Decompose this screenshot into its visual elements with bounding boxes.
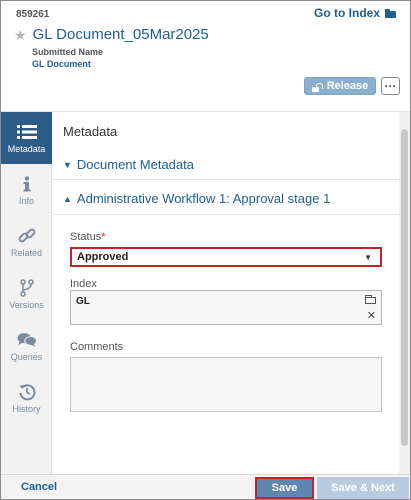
rail-item-info[interactable]: Info <box>1 164 52 216</box>
browse-folder-icon[interactable] <box>365 295 376 304</box>
rail-label-info: Info <box>18 195 34 206</box>
caret-down-icon: ▼ <box>63 159 72 170</box>
more-options-button[interactable]: ··· <box>381 77 400 95</box>
status-select-value: Approved <box>77 251 129 263</box>
save-button[interactable]: Save <box>255 477 314 499</box>
document-metadata-toggle[interactable]: ▼ Document Metadata <box>63 157 194 172</box>
rail-label-history: History <box>12 403 41 414</box>
list-icon <box>16 123 37 141</box>
title-row: ★ GL Document_05Mar2025 <box>14 26 209 43</box>
cancel-button[interactable]: Cancel <box>21 481 57 493</box>
document-title: GL Document_05Mar2025 <box>32 26 209 43</box>
document-id: 859261 <box>16 9 50 20</box>
release-button[interactable]: Release <box>304 77 376 95</box>
rail-item-metadata[interactable]: Metadata <box>1 112 52 164</box>
comments-label: Comments <box>70 341 124 353</box>
workflow-section-toggle[interactable]: ▲ Administrative Workflow 1: Approval st… <box>63 191 330 206</box>
rail-label-queries: Queries <box>10 351 43 362</box>
go-to-index-link[interactable]: Go to Index <box>314 6 396 20</box>
rail-item-versions[interactable]: Versions <box>1 268 52 320</box>
side-navigation: Metadata Info Related Versions Queries H… <box>1 112 52 474</box>
folder-icon <box>385 8 396 18</box>
index-label: Index <box>70 278 97 290</box>
chat-icon <box>16 331 37 349</box>
document-panel: 859261 Go to Index ★ GL Document_05Mar20… <box>0 0 411 500</box>
required-marker: * <box>101 231 106 243</box>
submitted-name-value: GL Document <box>32 59 91 69</box>
submitted-name-label: Submitted Name <box>32 47 104 57</box>
rail-label-versions: Versions <box>9 299 44 310</box>
branch-icon <box>17 278 37 297</box>
metadata-content: Metadata ▼ Document Metadata ▲ Administr… <box>53 112 399 474</box>
history-icon <box>17 383 37 401</box>
rail-item-queries[interactable]: Queries <box>1 320 52 372</box>
caret-up-icon: ▲ <box>63 193 72 204</box>
scrollbar[interactable] <box>399 112 410 474</box>
footer-bar: Cancel Save Save & Next <box>1 474 410 499</box>
index-field[interactable]: GL ✕ <box>70 290 382 325</box>
status-select[interactable]: Approved ▼ <box>70 247 382 267</box>
clear-icon[interactable]: ✕ <box>367 311 376 322</box>
section-divider <box>53 179 399 180</box>
release-button-label: Release <box>326 80 369 92</box>
section-divider <box>53 214 399 215</box>
dropdown-arrow-icon: ▼ <box>364 253 372 262</box>
star-icon[interactable]: ★ <box>14 28 27 42</box>
scrollbar-thumb[interactable] <box>401 129 408 446</box>
index-value: GL <box>76 296 90 307</box>
document-metadata-label: Document Metadata <box>76 157 194 172</box>
save-and-next-button[interactable]: Save & Next <box>317 477 409 499</box>
rail-item-history[interactable]: History <box>1 372 52 424</box>
info-icon <box>17 175 37 193</box>
workflow-section-label: Administrative Workflow 1: Approval stag… <box>76 191 331 206</box>
status-label: Status* <box>70 231 105 243</box>
unlock-icon <box>311 82 323 92</box>
link-icon <box>17 227 37 245</box>
go-to-index-label: Go to Index <box>314 6 380 20</box>
rail-label-related: Related <box>10 247 43 258</box>
section-title: Metadata <box>63 124 118 139</box>
rail-item-related[interactable]: Related <box>1 216 52 268</box>
status-label-text: Status <box>70 231 102 243</box>
comments-textarea[interactable] <box>70 357 382 412</box>
document-header: 859261 Go to Index ★ GL Document_05Mar20… <box>1 1 410 112</box>
rail-label-metadata: Metadata <box>7 143 46 154</box>
